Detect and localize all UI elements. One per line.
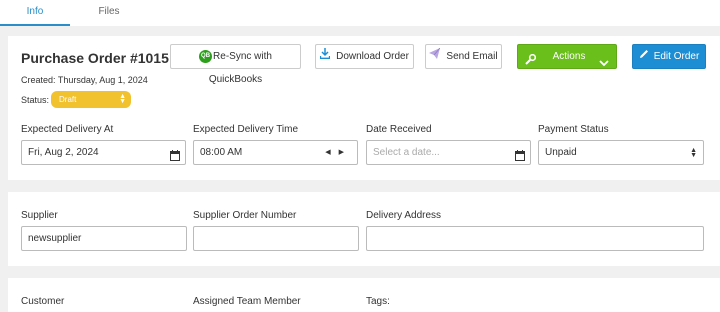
calendar-icon (170, 147, 180, 170)
supplier-order-number-label: Supplier Order Number (193, 210, 297, 221)
tab-files[interactable]: Files (74, 0, 144, 26)
order-info-card: Purchase Order #1015 Created: Thursday, … (8, 36, 720, 180)
tags-label: Tags: (366, 296, 390, 307)
email-label: Send Email (446, 51, 498, 63)
expected-delivery-time-input[interactable]: 08:00 AM ◀▶ (193, 140, 358, 165)
quickbooks-icon: QB (199, 49, 213, 63)
send-email-button[interactable]: Send Email (425, 44, 502, 69)
time-stepper-arrows-icon[interactable]: ◀▶ (325, 141, 352, 164)
status-label: Status: (21, 95, 50, 105)
status-caret-icon: ▲ ▼ (119, 93, 126, 105)
expected-delivery-at-label: Expected Delivery At (21, 124, 114, 135)
edit-label: Edit Order (653, 51, 700, 63)
expected-delivery-at-input[interactable]: Fri, Aug 2, 2024 (21, 140, 186, 165)
customer-label: Customer (21, 296, 65, 307)
pencil-icon (639, 45, 649, 68)
actions-dropdown-button[interactable]: Actions (517, 44, 617, 69)
payment-status-value: Unpaid (545, 147, 577, 158)
page-title: Purchase Order #1015 (21, 50, 169, 66)
expected-delivery-time-value: 08:00 AM (200, 147, 243, 158)
assigned-team-member-label: Assigned Team Member (193, 296, 301, 307)
delivery-address-label: Delivery Address (366, 210, 442, 221)
send-email-icon (429, 45, 441, 68)
assignment-card: Customer Assigned Team Member Tags: (8, 278, 720, 312)
supplier-order-number-input[interactable] (193, 226, 359, 251)
supplier-card: Supplier newsupplier Supplier Order Numb… (8, 192, 720, 266)
chevron-down-icon (599, 53, 609, 76)
payment-status-select[interactable]: Unpaid ▲ ▼ (538, 140, 704, 165)
date-received-placeholder: Select a date... (373, 147, 440, 158)
edit-order-button[interactable]: Edit Order (632, 44, 706, 69)
wrench-icon (525, 51, 537, 74)
actions-label: Actions (552, 51, 586, 62)
date-received-label: Date Received (366, 124, 432, 135)
date-received-input[interactable]: Select a date... (366, 140, 531, 165)
tab-bar: Info Files (0, 0, 720, 26)
download-order-button[interactable]: Download Order (315, 44, 414, 69)
supplier-label: Supplier (21, 210, 58, 221)
supplier-value: newsupplier (28, 233, 82, 244)
resync-label: Re-Sync with QuickBooks (208, 51, 272, 85)
created-date: Created: Thursday, Aug 1, 2024 (21, 75, 148, 85)
resync-quickbooks-button[interactable]: QB Re-Sync with QuickBooks (170, 44, 301, 85)
delivery-address-input[interactable] (366, 226, 704, 251)
expected-delivery-at-value: Fri, Aug 2, 2024 (28, 147, 99, 158)
tab-info[interactable]: Info (0, 0, 70, 26)
download-label: Download Order (336, 51, 409, 63)
calendar-icon (515, 147, 525, 170)
select-caret-icon: ▲ ▼ (690, 147, 697, 159)
supplier-input[interactable]: newsupplier (21, 226, 187, 251)
expected-delivery-time-label: Expected Delivery Time (193, 124, 299, 135)
status-value: Draft (59, 95, 77, 104)
status-select[interactable]: Draft ▲ ▼ (51, 91, 131, 108)
download-icon (319, 45, 331, 68)
payment-status-label: Payment Status (538, 124, 609, 135)
